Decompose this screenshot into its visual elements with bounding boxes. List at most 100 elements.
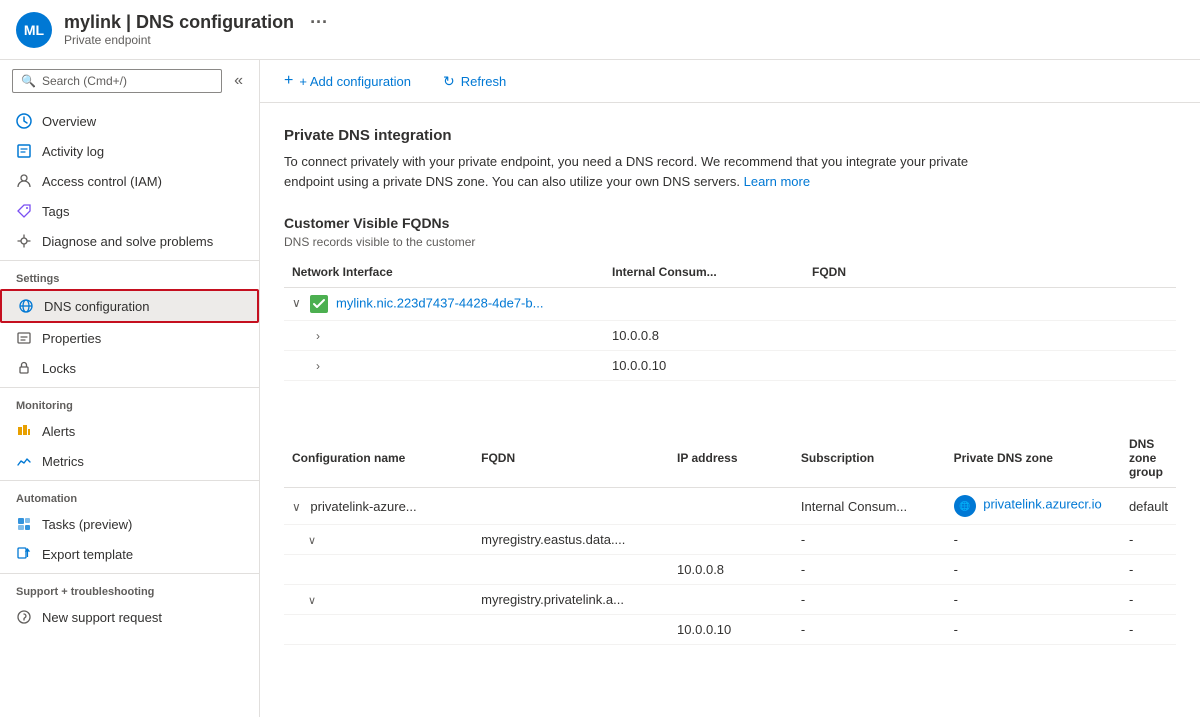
alerts-icon xyxy=(16,423,32,439)
dns-integration-section: Private DNS integration To connect priva… xyxy=(284,127,1176,191)
table-row: 10.0.0.8 - - - xyxy=(284,555,1176,585)
add-icon: + xyxy=(284,72,293,90)
tags-icon xyxy=(16,203,32,219)
ip-val-1: 10.0.0.8 xyxy=(669,555,793,585)
customer-fqdns-title: Customer Visible FQDNs xyxy=(284,215,1176,231)
dns-group-dash-1: - xyxy=(1121,525,1176,555)
learn-more-link[interactable]: Learn more xyxy=(744,174,810,189)
more-options-button[interactable]: ··· xyxy=(310,12,328,33)
dns-zone-badge: 🌐 xyxy=(954,495,976,517)
table-row: › 10.0.0.8 xyxy=(284,321,1176,351)
config-name: privatelink-azure... xyxy=(310,499,416,514)
sidebar-item-export-template[interactable]: Export template xyxy=(0,539,259,569)
sidebar-item-overview[interactable]: Overview xyxy=(0,106,259,136)
add-configuration-button[interactable]: + + Add configuration xyxy=(276,68,419,94)
sidebar-item-tasks[interactable]: Tasks (preview) xyxy=(0,509,259,539)
content-body: Private DNS integration To connect priva… xyxy=(260,103,1200,669)
sidebar-item-new-support[interactable]: New support request xyxy=(0,602,259,632)
col-config-name: Configuration name xyxy=(284,429,473,488)
support-icon xyxy=(16,609,32,625)
export-icon xyxy=(16,546,32,562)
sidebar-item-diagnose[interactable]: Diagnose and solve problems xyxy=(0,226,259,256)
col-fqdn: FQDN xyxy=(804,257,1176,288)
internal-ip-1: 10.0.0.8 xyxy=(604,321,804,351)
dns-zone-dash-2: - xyxy=(946,585,1121,615)
sidebar-item-tags[interactable]: Tags xyxy=(0,196,259,226)
section-label-monitoring: Monitoring xyxy=(0,387,259,416)
activity-log-icon xyxy=(16,143,32,159)
internal-ip-2: 10.0.0.10 xyxy=(604,351,804,381)
expand-child2-config-button[interactable]: ∨ xyxy=(308,594,316,607)
toolbar: + + Add configuration ↻ Refresh xyxy=(260,60,1200,103)
expand-row-button[interactable]: ∨ xyxy=(292,296,301,310)
dns-zone-link[interactable]: privatelink.azurecr.io xyxy=(983,497,1102,512)
dns-zone-group-val: default xyxy=(1121,488,1176,525)
dns-group-dash-sub2: - xyxy=(1121,615,1176,645)
overview-icon xyxy=(16,113,32,129)
app-icon: ML xyxy=(16,12,52,48)
configuration-table: Configuration name FQDN IP address Subsc… xyxy=(284,429,1176,645)
dns-group-dash-sub1: - xyxy=(1121,555,1176,585)
col-subscription: Subscription xyxy=(793,429,946,488)
refresh-icon: ↻ xyxy=(443,73,455,90)
col-private-dns-zone: Private DNS zone xyxy=(946,429,1121,488)
col-ip-address: IP address xyxy=(669,429,793,488)
subscription-val: Internal Consum... xyxy=(793,488,946,525)
table-row: 10.0.0.10 - - - xyxy=(284,615,1176,645)
dns-zone-dash-1: - xyxy=(946,525,1121,555)
sidebar-item-alerts[interactable]: Alerts xyxy=(0,416,259,446)
sub-dash-sub1: - xyxy=(793,555,946,585)
metrics-icon xyxy=(16,453,32,469)
header-title-block: mylink | DNS configuration ··· Private e… xyxy=(64,12,328,47)
sub-dash-1: - xyxy=(793,525,946,555)
nic-link[interactable]: mylink.nic.223d7437-4428-4de7-b... xyxy=(336,295,543,310)
dns-icon xyxy=(18,298,34,314)
section-label-settings: Settings xyxy=(0,260,259,289)
dns-zone-dash-sub2: - xyxy=(946,615,1121,645)
dns-integration-title: Private DNS integration xyxy=(284,127,1176,144)
section-label-automation: Automation xyxy=(0,480,259,509)
iam-icon xyxy=(16,173,32,189)
sidebar-item-access-control[interactable]: Access control (IAM) xyxy=(0,166,259,196)
fqdns-table: Network Interface Internal Consum... FQD… xyxy=(284,257,1176,381)
sidebar-nav: Overview Activity log Access control (IA… xyxy=(0,102,259,717)
refresh-button[interactable]: ↻ Refresh xyxy=(435,69,514,94)
sidebar-item-locks[interactable]: Locks xyxy=(0,353,259,383)
dns-group-dash-2: - xyxy=(1121,585,1176,615)
locks-icon xyxy=(16,360,32,376)
tasks-icon xyxy=(16,516,32,532)
collapse-sidebar-button[interactable]: « xyxy=(230,68,247,94)
table-row: ∨ myregistry.eastus.data.... - - - xyxy=(284,525,1176,555)
dns-integration-desc: To connect privately with your private e… xyxy=(284,152,984,191)
col-network-interface: Network Interface xyxy=(284,257,604,288)
properties-icon xyxy=(16,330,32,346)
customer-fqdns-section: Customer Visible FQDNs DNS records visib… xyxy=(284,215,1176,381)
search-icon: 🔍 xyxy=(21,74,36,88)
sub-dash-sub2: - xyxy=(793,615,946,645)
expand-config-button[interactable]: ∨ xyxy=(292,500,301,514)
sidebar-item-properties[interactable]: Properties xyxy=(0,323,259,353)
sidebar-item-activity-log[interactable]: Activity log xyxy=(0,136,259,166)
search-input[interactable]: 🔍 Search (Cmd+/) xyxy=(12,69,222,93)
fqdn-val-1: myregistry.eastus.data.... xyxy=(473,525,669,555)
sidebar: 🔍 Search (Cmd+/) « Overview Activity log xyxy=(0,60,260,717)
section-label-support: Support + troubleshooting xyxy=(0,573,259,602)
customer-fqdns-desc: DNS records visible to the customer xyxy=(284,235,1176,249)
expand-child-button[interactable]: › xyxy=(316,329,320,343)
dns-zone-dash-sub1: - xyxy=(946,555,1121,585)
col-internal-consum: Internal Consum... xyxy=(604,257,804,288)
main-layout: 🔍 Search (Cmd+/) « Overview Activity log xyxy=(0,60,1200,717)
expand-child-config-button[interactable]: ∨ xyxy=(308,534,316,547)
table-row: ∨ privatelink-azure... Internal Consum..… xyxy=(284,488,1176,525)
page-subtitle: Private endpoint xyxy=(64,33,328,47)
table-row: ∨ mylink.nic.223d7437-4428-4de7-b... xyxy=(284,288,1176,321)
sidebar-item-dns-configuration[interactable]: DNS configuration xyxy=(0,289,259,323)
sidebar-item-metrics[interactable]: Metrics xyxy=(0,446,259,476)
diagnose-icon xyxy=(16,233,32,249)
expand-child2-button[interactable]: › xyxy=(316,359,320,373)
fqdn-val-2: myregistry.privatelink.a... xyxy=(473,585,669,615)
page-header: ML mylink | DNS configuration ··· Privat… xyxy=(0,0,1200,60)
ip-val-2: 10.0.0.10 xyxy=(669,615,793,645)
configuration-table-section: Configuration name FQDN IP address Subsc… xyxy=(284,429,1176,645)
sidebar-search-wrapper: 🔍 Search (Cmd+/) « xyxy=(0,60,259,102)
